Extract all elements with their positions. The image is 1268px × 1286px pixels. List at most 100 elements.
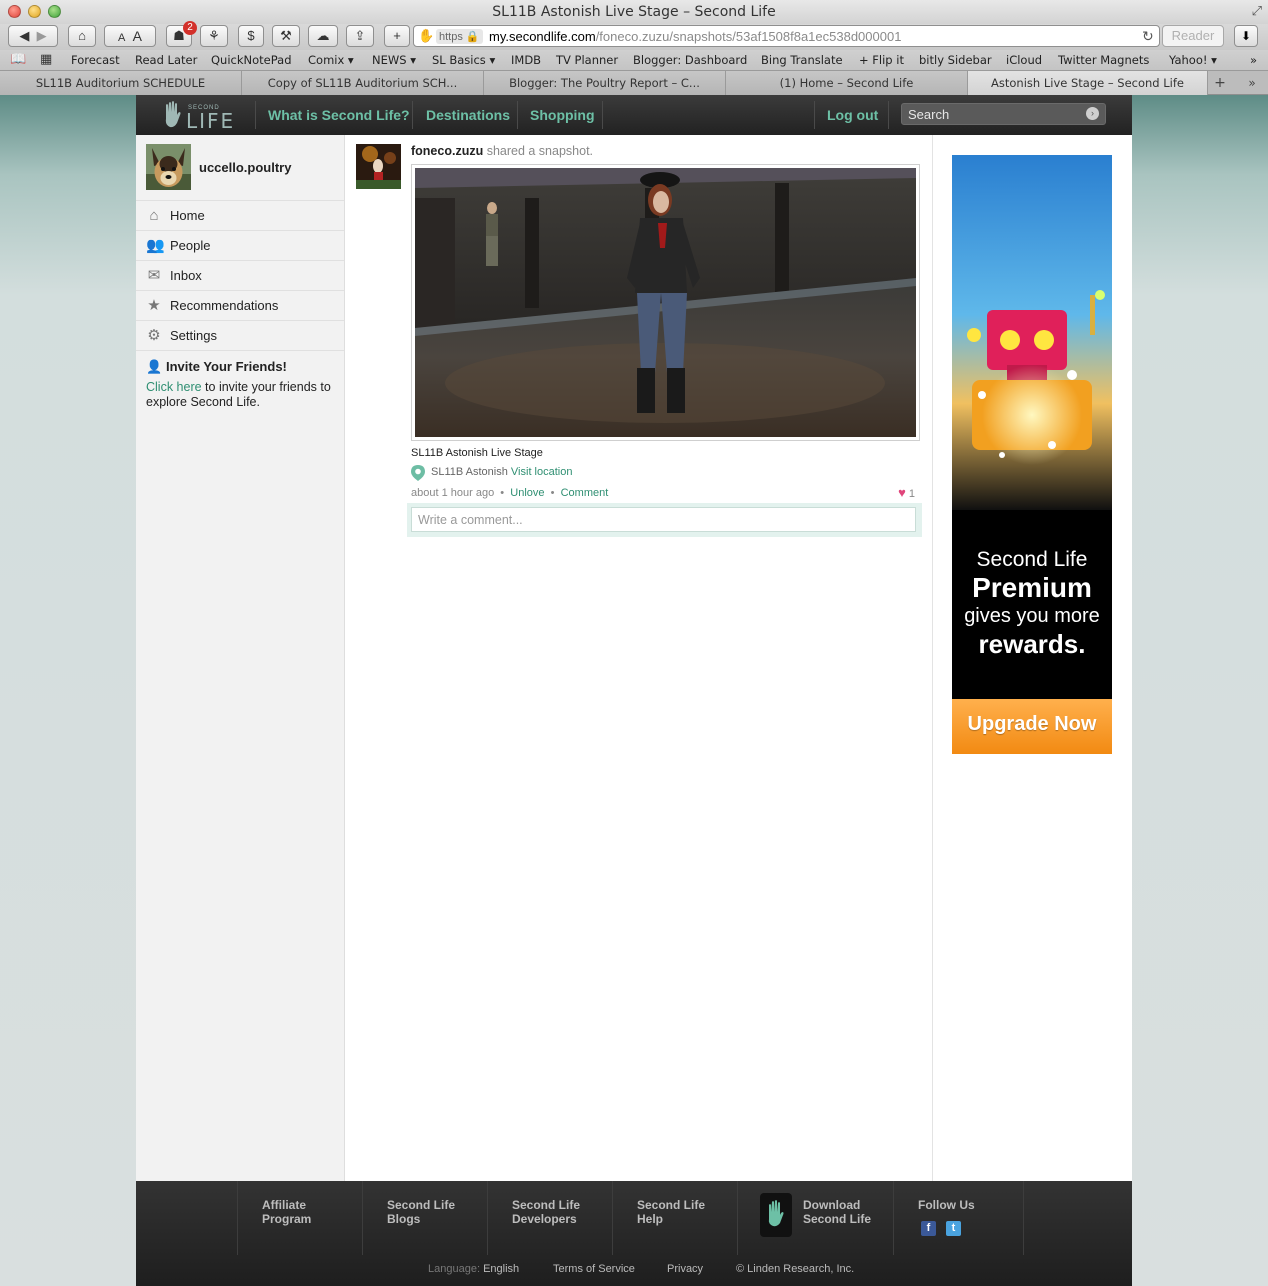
bookmark-item[interactable]: Blogger: Dashboard — [633, 53, 747, 67]
bookmark-item[interactable]: Yahoo! ▾ — [1169, 53, 1217, 67]
fullscreen-icon[interactable]: ⤢ — [1252, 3, 1262, 19]
browser-tab[interactable]: Astonish Live Stage – Second Life — [968, 71, 1208, 95]
tools-button[interactable]: ⚒ — [272, 25, 300, 47]
footer-developers[interactable]: Second Life Developers — [487, 1181, 612, 1255]
sidebar-item-inbox[interactable]: ✉ Inbox — [136, 261, 344, 291]
share-button[interactable]: ⇪ — [346, 25, 374, 47]
search-go-icon[interactable]: › — [1086, 107, 1099, 120]
nav-shopping[interactable]: Shopping — [530, 107, 595, 123]
back-arrow-icon[interactable]: ◀ — [19, 28, 29, 43]
visit-location-link[interactable]: Visit location — [511, 466, 573, 478]
user-avatar[interactable] — [146, 144, 191, 190]
footer-blogs-link[interactable]: Second Life Blogs — [387, 1198, 455, 1226]
nav-what-is-second-life[interactable]: What is Second Life? — [268, 107, 410, 123]
footer-developers-link[interactable]: Second Life Developers — [512, 1198, 580, 1226]
sidebar-item-recommendations[interactable]: ★ Recommendations — [136, 291, 344, 321]
bookmark-item[interactable]: TV Planner — [556, 53, 618, 67]
bookmark-item[interactable]: iCloud — [1006, 53, 1042, 67]
browser-tab[interactable]: (1) Home – Second Life — [726, 71, 968, 95]
text-smaller-button[interactable]: A — [118, 32, 125, 44]
profile-card[interactable]: uccello.poultry — [146, 144, 336, 194]
footer-affiliate[interactable]: Affiliate Program — [237, 1181, 362, 1255]
home-button[interactable]: ⌂ — [68, 25, 96, 47]
poster-avatar[interactable] — [356, 144, 401, 189]
browser-tab[interactable]: Blogger: The Poultry Report – C... — [484, 71, 726, 95]
bookmark-item[interactable]: Comix ▾ — [308, 53, 354, 67]
site-search-input[interactable]: Search › — [901, 103, 1106, 125]
add-bookmark-button[interactable]: + — [384, 25, 410, 47]
dollar-button[interactable]: $ — [238, 25, 264, 47]
site-favicon-icon: ✋ — [418, 28, 435, 43]
upgrade-now-button[interactable]: Upgrade Now — [952, 699, 1112, 754]
footer-help-link[interactable]: Second Life Help — [637, 1198, 705, 1226]
address-bar[interactable]: ✋ https 🔒 my.secondlife.com/foneco.zuzu/… — [413, 25, 1160, 47]
ad-line-1: Second Life — [976, 548, 1088, 571]
url-text[interactable]: my.secondlife.com/foneco.zuzu/snapshots/… — [489, 29, 901, 44]
footer-download-link[interactable]: Download Second Life — [803, 1198, 871, 1226]
bookmark-item[interactable]: SL Basics ▾ — [432, 53, 495, 67]
post-author-link[interactable]: foneco.zuzu — [411, 144, 483, 158]
love-indicator[interactable]: ♥ 1 — [898, 485, 915, 500]
text-larger-button[interactable]: A — [133, 28, 142, 44]
icloud-button[interactable]: ☁ — [308, 25, 338, 47]
logo-text: LIFE — [186, 109, 236, 133]
footer-language[interactable]: Language: English — [428, 1263, 519, 1275]
premium-ad[interactable]: Second Life Premium gives you more rewar… — [952, 155, 1112, 754]
plus-icon: + — [393, 28, 401, 43]
browser-tab[interactable]: SL11B Auditorium SCHEDULE — [0, 71, 242, 95]
footer-copyright: © Linden Research, Inc. — [736, 1263, 855, 1275]
nav-destinations[interactable]: Destinations — [426, 107, 510, 123]
extension-button-2[interactable]: ⚘ — [200, 25, 228, 47]
new-tab-button[interactable]: + — [1208, 71, 1232, 95]
comment-link[interactable]: Comment — [561, 487, 609, 499]
https-lock-badge: https 🔒 — [436, 29, 483, 44]
downloads-button[interactable]: ⬇ — [1234, 25, 1258, 47]
bookmark-item[interactable]: Bing Translate — [761, 53, 843, 67]
top-sites-icon[interactable]: ▦ — [40, 52, 52, 67]
invite-click-here-link[interactable]: Click here — [146, 380, 202, 394]
sidebar-item-people[interactable]: 👥 People — [136, 231, 344, 261]
logout-link[interactable]: Log out — [827, 107, 878, 123]
snapshot-scene — [415, 168, 916, 437]
tab-overflow-icon[interactable]: » — [1240, 71, 1264, 95]
text-size-buttons[interactable]: A A — [104, 25, 156, 47]
bookmark-item[interactable]: NEWS ▾ — [372, 53, 416, 67]
second-life-logo[interactable]: SECOND LIFE — [162, 101, 233, 133]
bookmark-item[interactable]: IMDB — [511, 53, 541, 67]
window-title: SL11B Astonish Live Stage – Second Life — [492, 4, 776, 20]
snapshot-image[interactable] — [411, 164, 920, 441]
nav-separator — [602, 101, 603, 129]
nav-separator — [888, 101, 889, 129]
bookmark-item[interactable]: Forecast — [71, 53, 120, 67]
bookmark-item[interactable]: QuickNotePad — [211, 53, 292, 67]
back-forward-buttons[interactable]: ◀ ▶ — [8, 25, 58, 47]
reader-button[interactable]: Reader — [1162, 25, 1224, 47]
bookmark-item[interactable]: bitly Sidebar — [919, 53, 992, 67]
footer-affiliate-link[interactable]: Affiliate Program — [262, 1198, 311, 1226]
comment-input[interactable]: Write a comment... — [411, 507, 916, 532]
extension-button[interactable]: ☗ 2 — [166, 21, 197, 47]
footer-privacy-link[interactable]: Privacy — [667, 1263, 703, 1275]
bookmark-item[interactable]: Twitter Magnets — [1058, 53, 1149, 67]
footer-help[interactable]: Second Life Help — [612, 1181, 737, 1255]
username[interactable]: uccello.poultry — [199, 160, 291, 175]
footer-download[interactable]: Download Second Life — [737, 1181, 893, 1255]
cloud-icon: ☁ — [316, 28, 330, 43]
unlove-link[interactable]: Unlove — [510, 487, 544, 499]
bookmark-item[interactable]: + Flip it — [859, 53, 904, 67]
footer-follow: Follow Us f t — [893, 1181, 1023, 1255]
browser-tab[interactable]: Copy of SL11B Auditorium SCH... — [242, 71, 484, 95]
forward-arrow-icon[interactable]: ▶ — [37, 28, 47, 43]
reload-icon[interactable]: ↻ — [1142, 28, 1154, 45]
footer-blogs[interactable]: Second Life Blogs — [362, 1181, 487, 1255]
sidebar-item-home[interactable]: ⌂ Home — [136, 201, 344, 231]
reading-list-icon[interactable]: 📖 — [10, 52, 26, 67]
page-background: SECOND LIFE What is Second Life? Destina… — [0, 95, 1268, 1286]
bookmarks-overflow-icon[interactable]: » — [1250, 53, 1257, 67]
twitter-icon[interactable]: t — [946, 1221, 961, 1236]
facebook-icon[interactable]: f — [921, 1221, 936, 1236]
footer-terms-link[interactable]: Terms of Service — [553, 1263, 635, 1275]
sidebar-item-settings[interactable]: ⚙ Settings — [136, 321, 344, 351]
heart-icon: ♥ — [898, 485, 906, 500]
bookmark-item[interactable]: Read Later — [135, 53, 197, 67]
